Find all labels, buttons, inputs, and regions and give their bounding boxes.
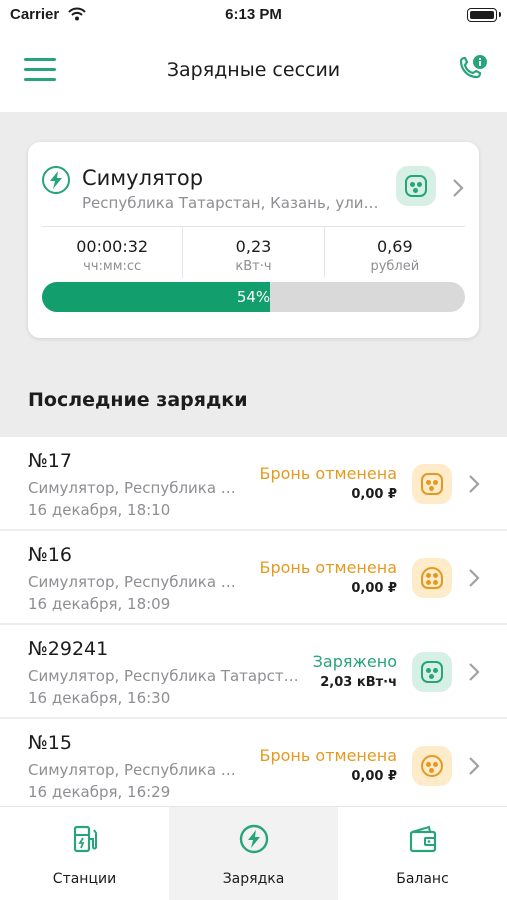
stat-duration: 00:00:32 чч:мм:сс — [42, 227, 182, 278]
chevron-right-icon — [469, 663, 480, 681]
stat-value: 0,69 — [377, 237, 413, 256]
connector-type-icon — [412, 558, 452, 598]
charging-station-icon — [73, 825, 97, 853]
session-date: 16 декабря, 16:29 — [28, 783, 171, 801]
tab-balance[interactable]: Баланс — [338, 807, 507, 900]
charge-progress-bar: 54% — [42, 282, 465, 312]
station-name: Симулятор — [82, 166, 204, 190]
session-status: Бронь отменена — [259, 464, 398, 483]
bolt-icon — [42, 166, 70, 194]
session-subtitle: Симулятор, Республика … — [28, 573, 236, 591]
session-number: №15 — [28, 732, 72, 754]
bolt-icon — [239, 824, 268, 854]
page-title: Зарядные сессии — [166, 59, 341, 81]
chevron-right-icon — [469, 569, 480, 587]
session-stats: 00:00:32 чч:мм:сс 0,23 кВт·ч 0,69 рублей — [42, 226, 465, 278]
session-number: №29241 — [28, 638, 109, 660]
recent-charges-heading: Последние зарядки — [28, 389, 248, 411]
station-address: Республика Татарстан, Казань, ули… — [82, 194, 379, 212]
session-row-16[interactable]: №16 Симулятор, Республика … 16 декабря, … — [0, 531, 507, 623]
session-row-29241[interactable]: №29241 Симулятор, Республика Татарст… 16… — [0, 625, 507, 717]
progress-label: 54% — [236, 288, 271, 306]
session-amount: 0,00 ₽ — [351, 487, 397, 502]
tab-stations[interactable]: Станции — [0, 807, 169, 900]
session-amount: 0,00 ₽ — [351, 769, 397, 784]
session-subtitle: Симулятор, Республика Татарст… — [28, 667, 299, 685]
tab-bar: Станции Зарядка Баланс — [0, 806, 507, 900]
active-session-card[interactable]: Симулятор Республика Татарстан, Казань, … — [28, 142, 479, 338]
session-amount: 2,03 кВт·ч — [320, 675, 397, 690]
session-number: №16 — [28, 544, 72, 566]
tab-label: Станции — [52, 871, 117, 887]
connector-type-icon — [412, 746, 452, 786]
session-status: Заряжено — [312, 652, 397, 671]
chevron-right-icon — [469, 475, 480, 493]
session-amount: 0,00 ₽ — [351, 581, 397, 596]
wallet-icon — [409, 825, 436, 853]
chevron-right-icon — [453, 179, 464, 197]
tab-charging[interactable]: Зарядка — [169, 807, 338, 900]
connector-type-icon — [412, 652, 452, 692]
battery-icon — [467, 8, 501, 22]
session-subtitle: Симулятор, Республика … — [28, 761, 236, 779]
phone-info-icon[interactable] — [455, 54, 489, 88]
chevron-right-icon — [469, 757, 480, 775]
stat-energy: 0,23 кВт·ч — [182, 227, 323, 278]
session-row-15[interactable]: №15 Симулятор, Республика … 16 декабря, … — [0, 719, 507, 811]
stat-value: 0,23 — [235, 237, 272, 256]
stat-unit: чч:мм:сс — [83, 259, 142, 274]
stat-cost: 0,69 рублей — [323, 227, 465, 278]
status-bar: Carrier 6:13 PM — [0, 0, 507, 32]
session-date: 16 декабря, 18:10 — [28, 501, 171, 519]
connector-type-icon — [412, 464, 452, 504]
session-date: 16 декабря, 18:09 — [28, 595, 171, 613]
stat-value: 00:00:32 — [76, 237, 149, 256]
session-number: №17 — [28, 450, 72, 472]
tab-label: Баланс — [396, 871, 449, 887]
session-subtitle: Симулятор, Республика … — [28, 479, 236, 497]
session-row-17[interactable]: №17 Симулятор, Республика … 16 декабря, … — [0, 437, 507, 529]
stat-unit: кВт·ч — [235, 259, 272, 274]
tab-label: Зарядка — [222, 871, 285, 887]
stat-unit: рублей — [370, 259, 420, 274]
session-status: Бронь отменена — [259, 558, 398, 577]
connector-type-icon — [396, 166, 436, 206]
sessions-list: №17 Симулятор, Республика … 16 декабря, … — [0, 437, 507, 813]
session-date: 16 декабря, 16:30 — [28, 689, 171, 707]
clock: 6:13 PM — [225, 6, 282, 23]
nav-bar: Зарядные сессии — [0, 32, 507, 112]
session-status: Бронь отменена — [259, 746, 398, 765]
